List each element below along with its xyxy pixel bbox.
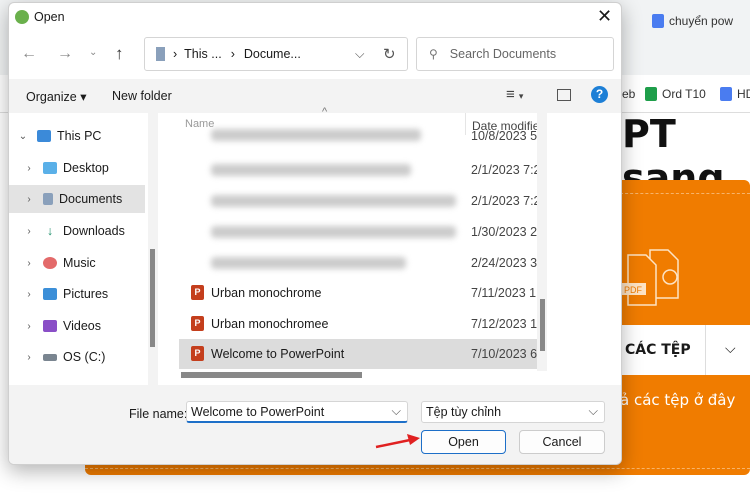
chevron-down-icon: ⌵ <box>588 404 598 418</box>
app-logo-icon <box>15 10 29 24</box>
divider <box>705 325 706 375</box>
search-input[interactable]: ⚲ Search Documents <box>416 37 614 71</box>
documents-icon <box>156 47 165 61</box>
file-row[interactable]: 2/1/2023 7:2 <box>179 186 537 216</box>
new-folder-button[interactable]: New folder <box>112 89 172 103</box>
nav-scrollbar[interactable] <box>148 113 158 385</box>
cancel-button[interactable]: Cancel <box>519 430 605 454</box>
scrollbar-thumb[interactable] <box>540 299 545 351</box>
chevron-right-icon: › <box>27 351 31 363</box>
downloads-icon: ↓ <box>46 224 54 238</box>
bookmark[interactable]: HD <box>720 87 750 101</box>
powerpoint-icon: P <box>191 346 204 361</box>
horizontal-scrollbar-thumb[interactable] <box>181 372 362 378</box>
open-button[interactable]: Open <box>421 430 506 454</box>
drive-icon <box>43 353 57 361</box>
pc-icon <box>37 130 51 142</box>
documents-icon <box>43 193 53 205</box>
file-list-scrollbar[interactable] <box>537 113 547 371</box>
dialog-footer: File name: Welcome to PowerPoint ⌵ Tệp tù… <box>9 385 621 464</box>
preview-pane-icon[interactable] <box>557 89 571 101</box>
refresh-icon[interactable]: ↻ <box>383 45 396 63</box>
chevron-down-icon: ⌵ <box>391 404 401 418</box>
up-button[interactable]: ↑ <box>115 44 124 64</box>
forward-button[interactable]: → <box>57 45 73 63</box>
chevron-right-icon: › <box>27 225 31 237</box>
pictures-icon <box>43 288 57 300</box>
chevron-right-icon: › <box>27 162 31 174</box>
back-button[interactable]: ← <box>21 45 37 63</box>
bookmark[interactable]: Ord T10 <box>645 87 706 101</box>
recent-dropdown[interactable]: ⌄ <box>89 47 97 58</box>
breadcrumb-item[interactable]: Docume... <box>244 47 301 61</box>
file-row[interactable]: 2/1/2023 7:2 <box>179 155 537 185</box>
videos-icon <box>43 320 57 332</box>
file-convert-icon: PDF <box>622 249 679 306</box>
dialog-title: Open <box>34 10 65 24</box>
chevron-right-icon: › <box>27 193 31 205</box>
file-row[interactable]: 1/30/2023 2 <box>179 217 537 247</box>
breadcrumb-item[interactable]: This ... <box>184 47 222 61</box>
organize-menu[interactable]: Organize ▾ <box>26 89 86 104</box>
nav-item-this-pc[interactable]: ⌄ This PC <box>9 122 145 150</box>
svg-text:PDF: PDF <box>624 285 643 295</box>
help-icon[interactable]: ? <box>591 86 608 103</box>
address-bar[interactable]: › This ... › Docume... ⌵ ↻ <box>144 37 408 71</box>
nav-item-pictures[interactable]: › Pictures <box>9 280 145 308</box>
file-row-selected[interactable]: P Welcome to PowerPoint 7/10/2023 6 <box>179 339 537 369</box>
nav-item-videos[interactable]: › Videos <box>9 312 145 340</box>
browser-tab[interactable]: chuyển pow <box>652 14 733 28</box>
divider <box>85 468 750 469</box>
nav-item-desktop[interactable]: › Desktop <box>9 154 145 182</box>
red-arrow-annotation <box>375 434 420 449</box>
choose-files-button[interactable]: CÁC TỆP <box>625 342 691 358</box>
chevron-down-icon: ⌄ <box>18 130 28 142</box>
nav-item-os-c[interactable]: › OS (C:) <box>9 343 145 371</box>
file-name-label: File name: <box>129 407 188 421</box>
file-row[interactable]: P Urban monochromee 7/12/2023 1 <box>179 309 537 339</box>
bookmark[interactable]: eb <box>622 87 635 101</box>
music-icon <box>43 257 57 269</box>
scrollbar-thumb[interactable] <box>150 249 155 347</box>
sort-ascending-icon: ^ <box>322 106 328 118</box>
nav-item-downloads[interactable]: › ↓ Downloads <box>9 217 145 245</box>
nav-item-music[interactable]: › Music <box>9 249 145 277</box>
chevron-right-icon: › <box>27 257 31 269</box>
chevron-down-icon[interactable]: ⌵ <box>725 340 736 357</box>
search-icon: ⚲ <box>429 47 438 61</box>
docs-icon <box>720 87 732 101</box>
open-dialog: Open ✕ ← → ⌄ ↑ › This ... › Docume... ⌵ ↻ … <box>8 2 622 465</box>
chevron-right-icon: › <box>27 288 31 300</box>
close-button[interactable]: ✕ <box>597 6 612 27</box>
powerpoint-icon: P <box>191 316 204 331</box>
nav-item-documents[interactable]: › Documents <box>9 185 145 213</box>
docs-icon <box>652 14 664 28</box>
chevron-down-icon[interactable]: ⌵ <box>355 47 364 62</box>
divider <box>620 193 750 194</box>
file-row[interactable]: P Urban monochrome 7/11/2023 1 <box>179 278 537 308</box>
desktop-icon <box>43 162 57 174</box>
file-type-select[interactable]: Tệp tùy chỉnh ⌵ <box>421 401 605 423</box>
file-name-input[interactable]: Welcome to PowerPoint ⌵ <box>186 401 408 423</box>
toolbar: Organize ▾ New folder ≡ ▾ ? <box>9 79 621 113</box>
view-menu-icon[interactable]: ≡ ▾ <box>506 86 523 103</box>
chevron-right-icon: › <box>27 320 31 332</box>
drop-text: ả các tệp ở đây <box>620 391 736 409</box>
file-row[interactable]: 10/8/2023 5 <box>179 125 537 145</box>
sheets-icon <box>645 87 657 101</box>
file-row[interactable]: 2/24/2023 3 <box>179 248 537 278</box>
powerpoint-icon: P <box>191 285 204 300</box>
